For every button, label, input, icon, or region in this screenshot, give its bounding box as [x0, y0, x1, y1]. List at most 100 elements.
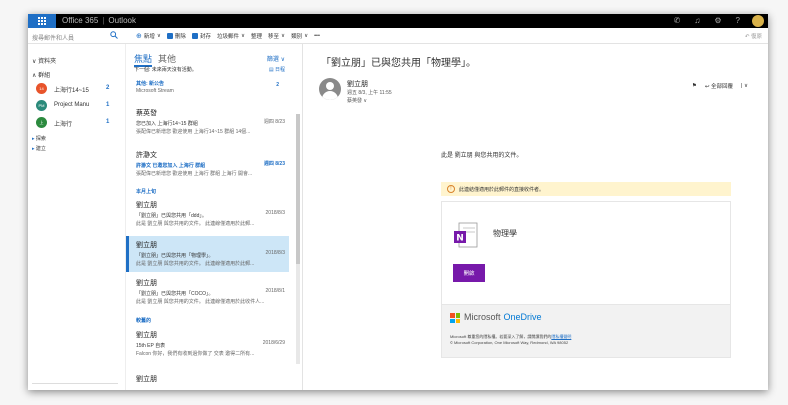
item-sender: 其他: 新公告 — [136, 81, 165, 87]
categories-button[interactable]: 類別 ∨ — [291, 32, 308, 40]
notebook-name[interactable]: 物理學 — [493, 228, 517, 239]
group-avatar: PM — [36, 100, 47, 111]
open-button[interactable]: 開啟 — [453, 264, 485, 282]
waffle-icon — [38, 17, 46, 25]
item-sender: 劉立朋 — [136, 202, 157, 209]
user-avatar[interactable] — [752, 15, 764, 27]
group-header-earlier: 較舊的 — [136, 318, 152, 324]
message-title: 「劉立朋」已與您共用「物理學」。 — [321, 58, 476, 69]
warning-text: 此連結僅適用於此郵件的直接收件者。 — [459, 186, 545, 193]
groups-header[interactable]: ∧ 群組 — [32, 70, 50, 79]
message-date: 週五 8/3, 上午 11:55 — [347, 90, 392, 96]
undo-button[interactable]: ↶ 復原 — [745, 32, 762, 40]
junk-button[interactable]: 垃圾郵件 ∨ — [217, 32, 245, 40]
create-group-link[interactable]: ▸ 建立 — [32, 145, 46, 152]
app-brand: Office 365 | Outlook — [62, 16, 136, 25]
new-button[interactable]: ⊕ 新增 ∨ — [136, 32, 161, 40]
sender-name[interactable]: 劉立朋 — [347, 79, 368, 89]
outlook-window: Office 365 | Outlook ✆ ♫ ⚙ ? 搜尋郵件和人員 ⊕ 新增 ∨ … — [28, 14, 768, 390]
item-date: 週四 8/23 — [263, 161, 285, 167]
next-event: 下一個: 未來兩天沒有活動。 — [134, 67, 197, 73]
group-label: 上海行 — [54, 122, 73, 128]
microsoft-onedrive-wordmark: Microsoft OneDrive — [464, 312, 542, 322]
item-date: 2018/8/3 — [265, 210, 285, 216]
group-avatar: 上 — [36, 117, 47, 128]
list-item[interactable]: 許瀞文 許瀞文 已邀您加入 上海行 群組 張配偉已新增您 歡迎使用 上海行 群組… — [126, 150, 289, 182]
item-sender: 劉立朋 — [136, 332, 157, 339]
delete-button[interactable]: 刪除 — [166, 32, 186, 40]
item-preview: Microsoft Stream — [136, 88, 174, 94]
copyright-text: © Microsoft Corporation, One Microsoft W… — [450, 340, 569, 345]
tag-icon[interactable]: ⚑ — [692, 83, 697, 89]
recipient[interactable]: 蔡英發 ∨ — [347, 97, 367, 104]
command-bar: 搜尋郵件和人員 ⊕ 新增 ∨ 刪除 封存 垃圾郵件 ∨ 整理 移至 ∨ 類別 ∨ ••• … — [28, 28, 768, 44]
search-input[interactable]: 搜尋郵件和人員 — [32, 33, 74, 42]
more-button[interactable]: ••• — [314, 32, 320, 40]
list-item[interactable]: 劉立朋 15th EP 自表 Falcon 你好，我們有收到過你做了 交表 邀得… — [126, 330, 289, 362]
onenote-notebook-icon: N — [454, 222, 478, 248]
skype-icon[interactable]: ✆ — [674, 16, 681, 25]
share-card — [441, 201, 731, 304]
chevron-down-icon[interactable]: | ∨ — [741, 83, 748, 89]
list-item[interactable]: 蔡英發 您已加入 上海行14~15 群組 張配偉已新增您 歡迎使用 上海行14~… — [126, 108, 289, 140]
svg-text:N: N — [456, 234, 464, 244]
item-date: 週四 8/23 — [263, 119, 285, 125]
search-icon[interactable] — [110, 31, 118, 39]
tab-other[interactable]: 其他 — [158, 54, 176, 64]
item-sender: 許瀞文 — [136, 152, 157, 159]
microsoft-logo-icon — [450, 313, 460, 323]
person-icon — [326, 82, 334, 90]
agenda-button[interactable]: ▤ 日程 — [269, 66, 285, 73]
item-preview: 此是 劉立朋 與您共用的文件。 此連線僅適用於此收件人... — [136, 299, 265, 305]
message-actions: ⚑ ↩ 全部回覆 | ∨ — [692, 82, 748, 90]
notification-icon[interactable]: ♫ — [694, 16, 700, 25]
suite-name[interactable]: Office 365 — [62, 16, 98, 25]
list-item[interactable]: 劉立朋 「劉立朋」已與您共用「ddd」。 此是 劉立朋 與您共用的文件。 此連線… — [126, 200, 289, 234]
onedrive-footer: Microsoft OneDrive Microsoft 尊重您的隱私權。若要深入… — [441, 304, 731, 358]
chevron-down-icon: ∨ — [281, 33, 286, 39]
scrollbar-thumb[interactable] — [296, 114, 300, 264]
folder-pane-footer — [32, 383, 118, 386]
chevron-down-icon: ∨ — [304, 33, 309, 39]
folder-pane: ∨ 資料夾 ∧ 群組 14 上海行14~15 2 PM Project Manu… — [28, 44, 124, 390]
archive-icon — [191, 33, 198, 39]
reply-all-button[interactable]: ↩ 全部回覆 — [705, 82, 733, 90]
gear-icon[interactable]: ⚙ — [714, 16, 721, 25]
item-preview: 此是 劉立朋 與您共用的文件。 此連線僅適用於此郵... — [136, 221, 255, 227]
explore-groups-link[interactable]: ▸ 探索 — [32, 135, 46, 142]
item-date: 2018/8/1 — [265, 288, 285, 294]
inbox-tabs: 焦點 其他 — [134, 52, 176, 67]
group-count: 2 — [106, 85, 110, 91]
item-date: 2018/6/29 — [262, 340, 285, 346]
app-name[interactable]: Outlook — [108, 16, 136, 25]
list-item[interactable]: 劉立朋 「劉立朋」已與您共用「COCO」。 此是 劉立朋 與您共用的文件。 此連… — [126, 278, 289, 312]
chevron-down-icon: ∨ — [156, 33, 161, 39]
item-sender: 劉立朋 — [136, 242, 157, 249]
group-avatar: 14 — [36, 83, 47, 94]
undo-icon: ↶ — [744, 34, 750, 40]
list-item[interactable]: 其他: 新公告 Microsoft Stream 2 — [126, 76, 289, 98]
reading-pane: 「劉立朋」已與您共用「物理學」。 劉立朋 週五 8/3, 上午 11:55 蔡英… — [302, 44, 768, 390]
privacy-link[interactable]: 隱私權聲明 — [551, 334, 571, 339]
search-box[interactable]: 搜尋郵件和人員 — [32, 31, 118, 42]
filter-button[interactable]: 篩選 ∨ — [267, 54, 285, 63]
item-sender: 劉立朋 — [136, 280, 157, 287]
list-item[interactable]: 劉立朋 — [126, 374, 289, 390]
calendar-icon: ▤ — [268, 67, 274, 73]
item-preview: 張配偉已新增您 歡迎使用 上海行14~15 群組 14個... — [136, 129, 251, 135]
sender-avatar — [319, 78, 341, 100]
help-icon[interactable]: ? — [736, 16, 740, 25]
plus-icon: ⊕ — [136, 33, 142, 40]
message-list: 焦點 其他 篩選 ∨ 下一個: 未來兩天沒有活動。 ▤ 日程 其他: 新公告 Mi… — [125, 44, 297, 390]
cleanup-button[interactable]: 整理 — [251, 32, 262, 40]
suite-icons: ✆ ♫ ⚙ ? — [674, 16, 740, 25]
group-count: 1 — [106, 119, 110, 125]
move-button[interactable]: 移至 ∨ — [268, 32, 285, 40]
group-header-last-month: 本月上旬 — [136, 189, 157, 195]
list-item-selected[interactable]: 劉立朋 「劉立朋」已與您共用「物理學」。 此是 劉立朋 與您共用的文件。 此連線… — [126, 236, 289, 272]
app-launcher-button[interactable] — [28, 14, 56, 28]
archive-button[interactable]: 封存 — [191, 32, 211, 40]
item-preview: Falcon 你好，我們有收到過你做了 交表 邀得二所有... — [136, 351, 255, 357]
folders-root[interactable]: ∨ 資料夾 — [32, 56, 56, 65]
group-label: 上海行14~15 — [54, 88, 89, 94]
